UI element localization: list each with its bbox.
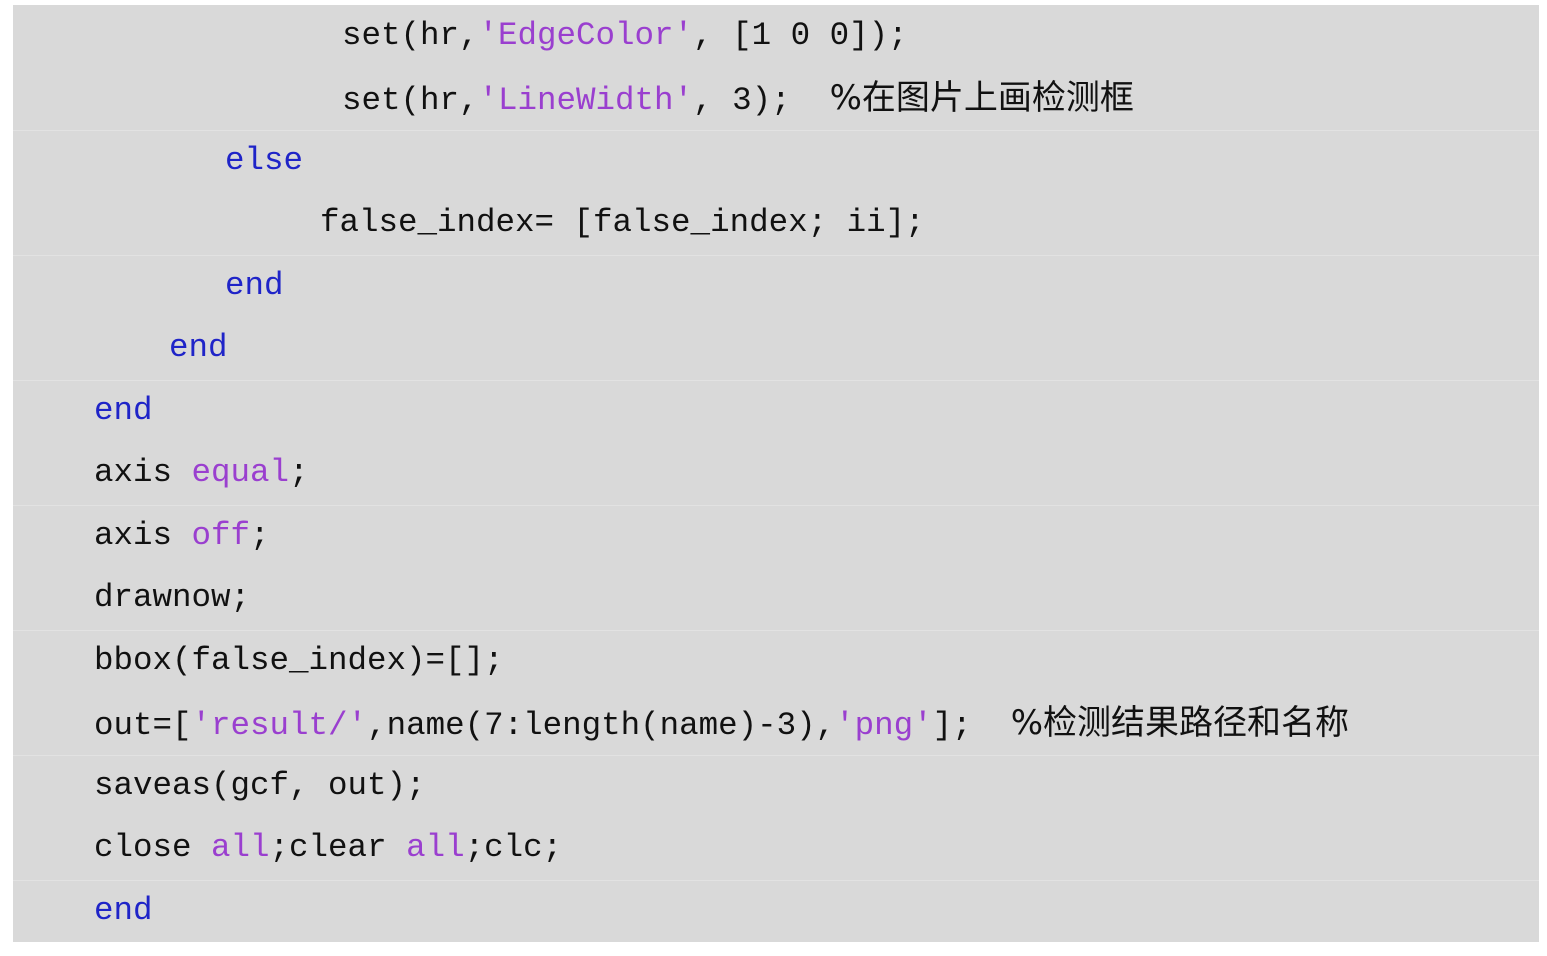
string-token: 'result/'	[191, 707, 368, 744]
code-token: ;clear	[269, 829, 407, 866]
code-line-11: bbox(false_index)=[];	[94, 630, 504, 692]
code-line-15: end	[94, 880, 153, 942]
string-token: 'EdgeColor'	[478, 17, 694, 54]
code-line-13: saveas(gcf, out);	[94, 755, 426, 817]
string-token: all	[406, 829, 465, 866]
code-token: , 3);	[693, 82, 830, 119]
string-token: 'LineWidth'	[478, 82, 694, 119]
code-token: ];	[932, 707, 1011, 744]
code-token: axis	[94, 454, 192, 491]
code-token: bbox(false_index)=[];	[94, 642, 504, 679]
code-token: saveas(gcf, out);	[94, 767, 426, 804]
code-line-7: end	[94, 380, 153, 442]
code-token: ;	[289, 454, 309, 491]
code-token: set(hr,	[342, 17, 479, 54]
code-line-5: end	[225, 255, 284, 317]
code-token: close	[94, 829, 212, 866]
string-token: equal	[191, 454, 290, 491]
code-token: drawnow;	[94, 579, 251, 616]
string-token: all	[211, 829, 270, 866]
keyword-token: end	[169, 329, 228, 366]
string-token: 'png'	[835, 707, 933, 744]
code-line-6: end	[169, 317, 228, 379]
comment-token: %在图片上画检测框	[829, 78, 1134, 118]
code-line-14: close all;clear all;clc;	[94, 817, 562, 879]
code-token: out=[	[94, 707, 192, 744]
row-separator	[13, 380, 1539, 381]
code-listing: set(hr,'EdgeColor', [1 0 0]); set(hr,'Li…	[13, 5, 1539, 942]
keyword-token: end	[94, 892, 153, 929]
keyword-token: else	[225, 142, 304, 179]
comment-token: %检测结果路径和名称	[1010, 703, 1349, 743]
code-line-8: axis equal;	[94, 442, 309, 504]
code-token: false_index= [false_index; ii];	[320, 204, 925, 241]
code-line-1: set(hr,'EdgeColor', [1 0 0]);	[342, 5, 908, 67]
code-line-2: set(hr,'LineWidth', 3); %在图片上画检测框	[342, 67, 1134, 129]
code-line-10: drawnow;	[94, 567, 250, 629]
code-token: ;	[250, 517, 270, 554]
code-token: axis	[94, 517, 192, 554]
code-token: , [1 0 0]);	[693, 17, 908, 54]
code-line-12: out=['result/',name(7:length(name)-3),'p…	[94, 692, 1349, 754]
code-token: ,name(7:length(name)-3),	[367, 707, 836, 744]
keyword-token: end	[94, 392, 153, 429]
string-token: off	[191, 517, 251, 554]
code-token: set(hr,	[342, 82, 479, 119]
code-line-9: axis off;	[94, 505, 270, 567]
code-line-3: else	[225, 130, 303, 192]
keyword-token: end	[225, 267, 284, 304]
code-token: ;clc;	[464, 829, 563, 866]
row-separator	[13, 880, 1539, 881]
code-line-4: false_index= [false_index; ii];	[320, 192, 925, 254]
